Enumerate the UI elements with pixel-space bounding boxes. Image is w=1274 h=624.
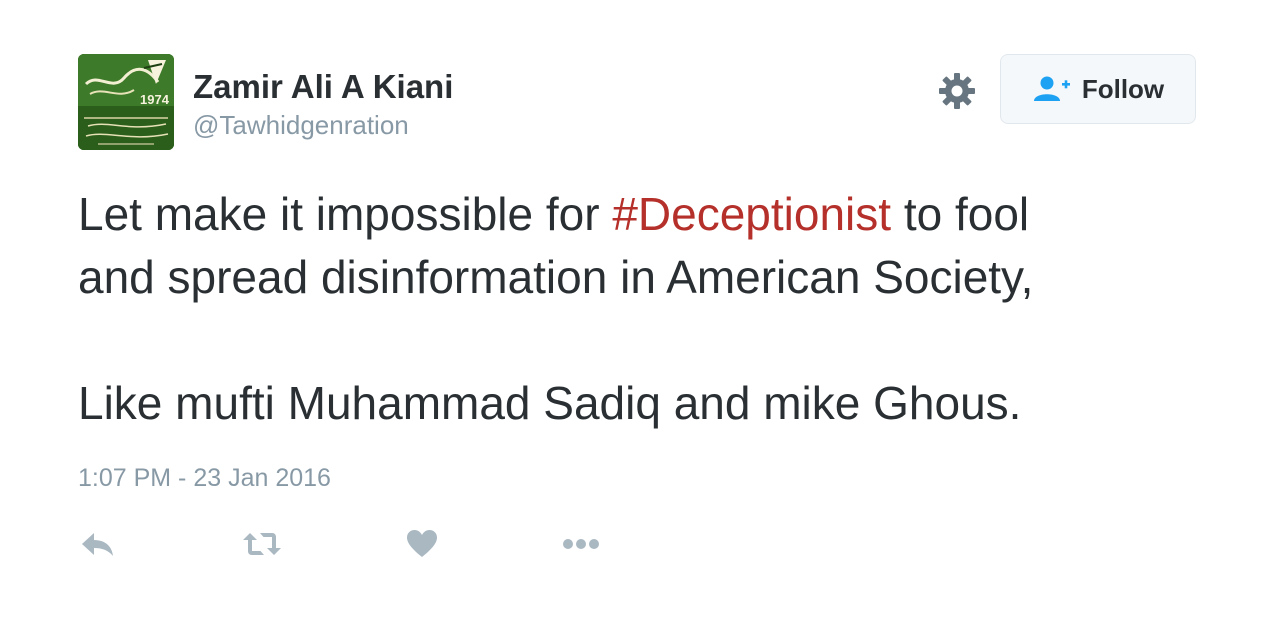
reply-button[interactable]: [80, 524, 116, 564]
tweet-text: Let make it impossible for #Deceptionist…: [78, 183, 1208, 435]
hashtag-link[interactable]: #Deceptionist: [612, 188, 891, 240]
tweet-text-line-2: and spread disinformation in American So…: [78, 251, 1034, 303]
retweet-button[interactable]: [242, 524, 282, 564]
like-button[interactable]: [406, 524, 438, 564]
more-button[interactable]: [562, 524, 602, 564]
heart-icon: [407, 530, 437, 557]
author-display-name[interactable]: Zamir Ali A Kiani: [193, 68, 453, 106]
tweet-text-spacer: [78, 309, 1208, 372]
avatar-image: 1974: [78, 54, 174, 150]
tweet-timestamp[interactable]: 1:07 PM - 23 Jan 2016: [78, 464, 331, 493]
follow-button[interactable]: Follow: [1000, 54, 1196, 124]
tweet-text-segment: to fool: [891, 188, 1030, 240]
gear-icon[interactable]: [937, 71, 977, 111]
more-icon: [563, 539, 599, 549]
add-user-icon: [1033, 76, 1070, 101]
tweet-text-line-3: Like mufti Muhammad Sadiq and mike Ghous…: [78, 377, 1022, 429]
follow-button-label: Follow: [1081, 73, 1165, 104]
tweet-text-line-1: Let make it impossible for #Deceptionist…: [78, 183, 1208, 246]
retweet-icon: [243, 533, 281, 555]
avatar-year: 1974: [140, 92, 170, 107]
reply-icon: [82, 533, 113, 556]
tweet-text-segment: Let make it impossible for: [78, 188, 613, 240]
avatar[interactable]: 1974: [78, 54, 174, 150]
author-screen-name[interactable]: @Tawhidgenration: [193, 110, 409, 141]
